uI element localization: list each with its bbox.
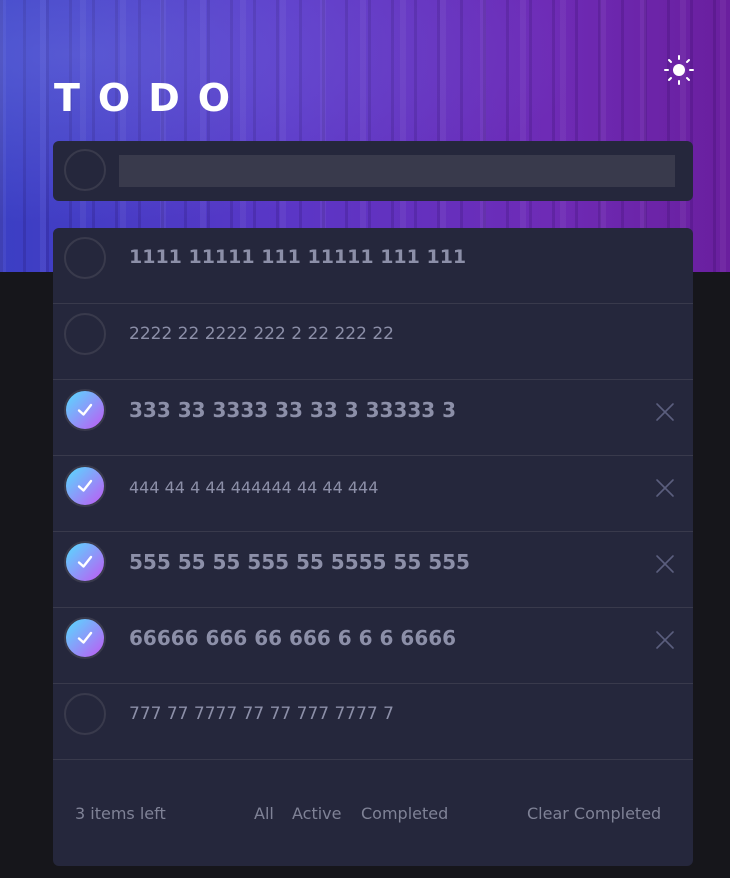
delete-todo-button[interactable] [653, 476, 677, 500]
sun-icon [664, 55, 694, 85]
app-title: TODO [54, 76, 249, 121]
filter-active[interactable]: Active [292, 804, 342, 823]
checkmark-icon [77, 479, 93, 492]
todo-toggle-checked[interactable] [64, 389, 106, 431]
filter-all[interactable]: All [254, 804, 274, 823]
delete-todo-button[interactable] [653, 628, 677, 652]
todo-toggle[interactable] [64, 237, 106, 279]
todo-item: 333 33 3333 33 33 3 33333 3 [53, 380, 693, 456]
todo-text: 333 33 3333 33 33 3 33333 3 [129, 398, 457, 422]
list-footer: 3 items left All Active Completed Clear … [53, 781, 693, 866]
todo-toggle[interactable] [64, 693, 106, 735]
todo-item: 777 77 7777 77 77 777 7777 7 [53, 684, 693, 760]
new-todo-bar [53, 141, 693, 201]
todo-item: 66666 666 66 666 6 6 6 6666 [53, 608, 693, 684]
cross-icon [656, 403, 674, 421]
todo-item: 2222 22 2222 222 2 22 222 22 [53, 304, 693, 380]
clear-completed-button[interactable]: Clear Completed [527, 804, 661, 823]
todo-item: 555 55 55 555 55 5555 55 555 [53, 532, 693, 608]
todo-text: 444 44 4 44 444444 44 44 444 [129, 478, 379, 497]
items-left-count: 3 items left [75, 804, 166, 823]
todo-text: 2222 22 2222 222 2 22 222 22 [129, 324, 394, 344]
cross-icon [656, 555, 674, 573]
delete-todo-button[interactable] [653, 552, 677, 576]
todo-item: 1111 11111 111 11111 111 111 [53, 228, 693, 304]
filter-completed[interactable]: Completed [361, 804, 448, 823]
todo-text: 777 77 7777 77 77 777 7777 7 [129, 704, 394, 724]
checkmark-icon [77, 403, 93, 416]
cross-icon [656, 479, 674, 497]
todo-toggle-checked[interactable] [64, 541, 106, 583]
cross-icon [656, 631, 674, 649]
todo-toggle-checked[interactable] [64, 617, 106, 659]
delete-todo-button[interactable] [653, 400, 677, 424]
todo-text: 66666 666 66 666 6 6 6 6666 [129, 626, 457, 650]
checkmark-icon [77, 631, 93, 644]
todo-item: 444 44 4 44 444444 44 44 444 [53, 456, 693, 532]
todo-text: 1111 11111 111 11111 111 111 [129, 246, 467, 268]
new-todo-toggle[interactable] [64, 149, 106, 191]
checkmark-icon [77, 555, 93, 568]
todo-toggle-checked[interactable] [64, 465, 106, 507]
todo-list: 1111 11111 111 11111 111 111 2222 22 222… [53, 228, 693, 866]
theme-toggle-button[interactable] [663, 54, 695, 86]
todo-text: 555 55 55 555 55 5555 55 555 [129, 550, 470, 574]
new-todo-input[interactable] [119, 155, 675, 187]
todo-toggle[interactable] [64, 313, 106, 355]
